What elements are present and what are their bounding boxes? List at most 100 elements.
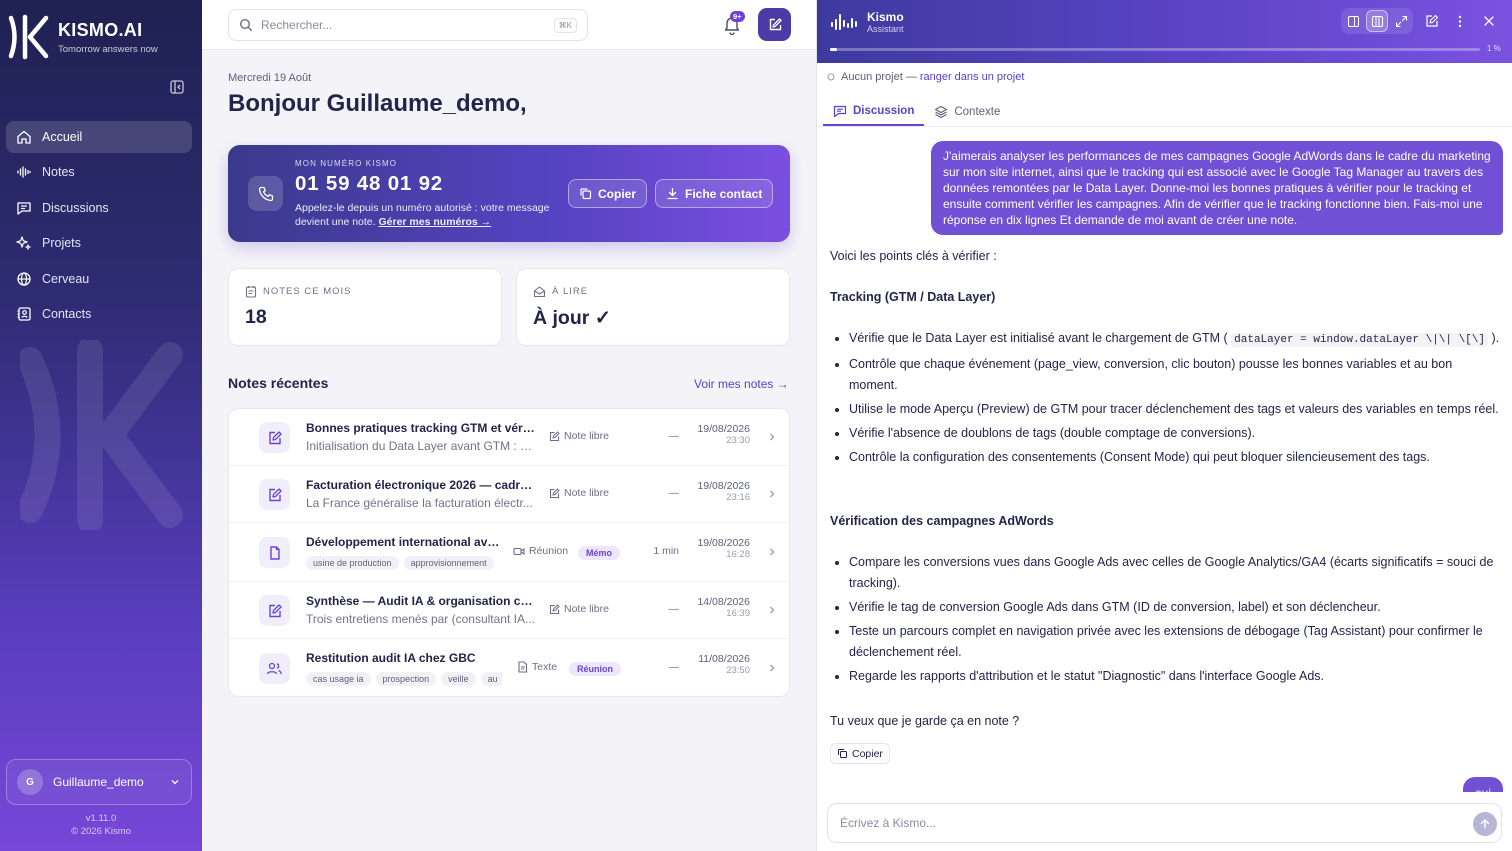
context-progress-bar <box>830 48 1480 51</box>
note-time: 23:50 <box>726 665 750 676</box>
sidebar-item-discussions[interactable]: Discussions <box>6 192 192 224</box>
sidebar-item-notes[interactable]: Notes <box>6 156 192 188</box>
split-layout-button[interactable] <box>1366 10 1388 32</box>
user-menu[interactable]: G Guillaume_demo <box>6 759 192 805</box>
list-item[interactable]: Restitution audit IA chez GBC cas usage … <box>229 639 789 696</box>
note-type: Réunion <box>513 545 568 557</box>
expand-icon <box>1395 15 1407 27</box>
note-date-day: 19/08/2026 <box>697 537 750 549</box>
list-item: Vérifie le tag de conversion Google Ads … <box>849 597 1502 618</box>
sidebar-item-label: Cerveau <box>42 271 90 286</box>
assign-project-link[interactable]: ranger dans un projet <box>920 71 1025 83</box>
sidebar-item-accueil[interactable]: Accueil <box>6 121 192 153</box>
sidebar-layout-button[interactable] <box>1342 10 1364 32</box>
tab-contexte[interactable]: Contexte <box>924 97 1010 126</box>
sidebar: KISMO.AI Tomorrow answers now Accueil No… <box>0 0 202 851</box>
project-selector: Aucun projet — ranger dans un projet <box>827 71 1024 83</box>
sidebar-item-label: Discussions <box>42 200 109 215</box>
edit-note-icon <box>259 595 290 626</box>
new-note-button[interactable] <box>758 8 791 41</box>
list-item[interactable]: Facturation électronique 2026 — cadre l.… <box>229 466 789 523</box>
note-category-badge: Mémo <box>578 546 621 560</box>
sidebar-item-label: Projets <box>42 236 81 251</box>
chat-thread: J'aimerais analyser les performances de … <box>817 130 1512 792</box>
copy-message-button[interactable]: Copier <box>830 743 890 764</box>
stat-to-read[interactable]: À LIRE À jour ✓ <box>516 268 790 346</box>
kismo-number-card: MON NUMÉRO KISMO 01 59 48 01 92 Appelez-… <box>228 145 790 242</box>
list-item[interactable]: Bonnes pratiques tracking GTM et vérifi.… <box>229 409 789 466</box>
chevron-down-icon <box>169 776 181 788</box>
text-file-icon <box>517 661 528 673</box>
brand-logo[interactable]: KISMO.AI Tomorrow answers now <box>8 14 158 60</box>
recent-notes-list: Bonnes pratiques tracking GTM et vérifi.… <box>228 408 790 697</box>
globe-icon <box>16 271 32 287</box>
tag[interactable]: au <box>480 672 502 686</box>
contact-book-icon <box>16 306 32 322</box>
note-time: 23:16 <box>726 492 750 503</box>
progress-value: 1 % <box>1487 44 1501 53</box>
video-icon <box>513 546 525 557</box>
list-item: Contrôle la configuration des consenteme… <box>849 447 1502 468</box>
copy-icon <box>837 748 848 759</box>
tag[interactable]: veille <box>441 672 476 686</box>
note-tags: cas usage ia prospection veille au <box>306 670 502 688</box>
top-bar: Rechercher... ⌘K 9+ <box>202 0 816 50</box>
tag[interactable]: cas usage ia <box>306 672 371 686</box>
copy-number-button[interactable]: Copier <box>568 179 648 208</box>
send-button[interactable] <box>1473 812 1497 836</box>
list-item[interactable]: Synthèse — Audit IA & organisation com..… <box>229 582 789 639</box>
notifications-button[interactable]: 9+ <box>722 11 745 35</box>
note-date-day: 19/08/2026 <box>697 480 750 492</box>
stat-notes-month[interactable]: NOTES CE MOIS 18 <box>228 268 502 346</box>
recent-notes-title: Notes récentes <box>228 375 329 391</box>
contact-card-button[interactable]: Fiche contact <box>655 179 774 208</box>
list-item[interactable]: Développement international avec... usin… <box>229 523 789 582</box>
stat-label: À LIRE <box>533 285 588 298</box>
chat-icon <box>833 104 847 118</box>
stat-label-text: À LIRE <box>552 286 589 297</box>
note-type: Note libre <box>549 603 609 615</box>
message-input[interactable]: Écrivez à Kismo... <box>827 803 1502 843</box>
note-title: Synthèse — Audit IA & organisation com..… <box>306 594 536 608</box>
list-item: Regarde les rapports d'attribution et le… <box>849 666 1502 687</box>
note-type-label: Réunion <box>529 545 569 557</box>
note-date: 14/08/2026 16:39 <box>669 597 750 620</box>
edit-note-icon <box>259 479 290 510</box>
panel-split-icon <box>1371 15 1383 27</box>
tag[interactable]: usine de production <box>306 556 399 570</box>
close-button[interactable] <box>1478 10 1500 32</box>
search-input[interactable]: Rechercher... ⌘K <box>228 9 588 41</box>
phone-label: MON NUMÉRO KISMO <box>295 159 398 168</box>
expand-button[interactable] <box>1390 10 1412 32</box>
app-version: v1.11.0 <box>85 813 117 824</box>
tab-discussion[interactable]: Discussion <box>823 97 925 126</box>
page-title: Bonjour Guillaume_demo, <box>228 90 527 117</box>
phone-icon <box>248 176 283 211</box>
tag[interactable]: approvisionnement <box>403 556 494 570</box>
sidebar-item-cerveau[interactable]: Cerveau <box>6 263 192 295</box>
compose-icon <box>1426 14 1439 27</box>
note-title: Développement international avec... <box>306 535 501 549</box>
sidebar-item-contacts[interactable]: Contacts <box>6 298 192 330</box>
project-status: Aucun projet — <box>841 71 917 83</box>
more-options-button[interactable] <box>1449 10 1471 32</box>
copy-icon <box>579 187 592 200</box>
stat-label: NOTES CE MOIS <box>245 285 351 298</box>
new-chat-button[interactable] <box>1421 10 1443 32</box>
note-type: Note libre <box>549 487 609 499</box>
tab-label: Discussion <box>853 104 915 117</box>
home-icon <box>16 129 32 145</box>
sidebar-item-projets[interactable]: Projets <box>6 227 192 259</box>
tag[interactable]: prospection <box>375 672 437 686</box>
list-item: Vérifie que le Data Layer est initialisé… <box>849 328 1502 351</box>
see-all-notes-link[interactable]: Voir mes notes → <box>694 377 789 391</box>
notes-icon <box>245 285 257 298</box>
collapse-sidebar-icon[interactable] <box>169 79 185 95</box>
section-heading: Vérification des campagnes AdWords <box>830 514 1054 528</box>
note-type-label: Note libre <box>564 487 609 499</box>
assistant-tabs: Discussion Contexte <box>823 97 1010 126</box>
note-type-label: Texte <box>532 661 558 673</box>
panel-left-icon <box>1347 15 1359 27</box>
sidebar-item-label: Contacts <box>42 306 92 321</box>
manage-numbers-link[interactable]: Gérer mes numéros → <box>379 216 492 228</box>
